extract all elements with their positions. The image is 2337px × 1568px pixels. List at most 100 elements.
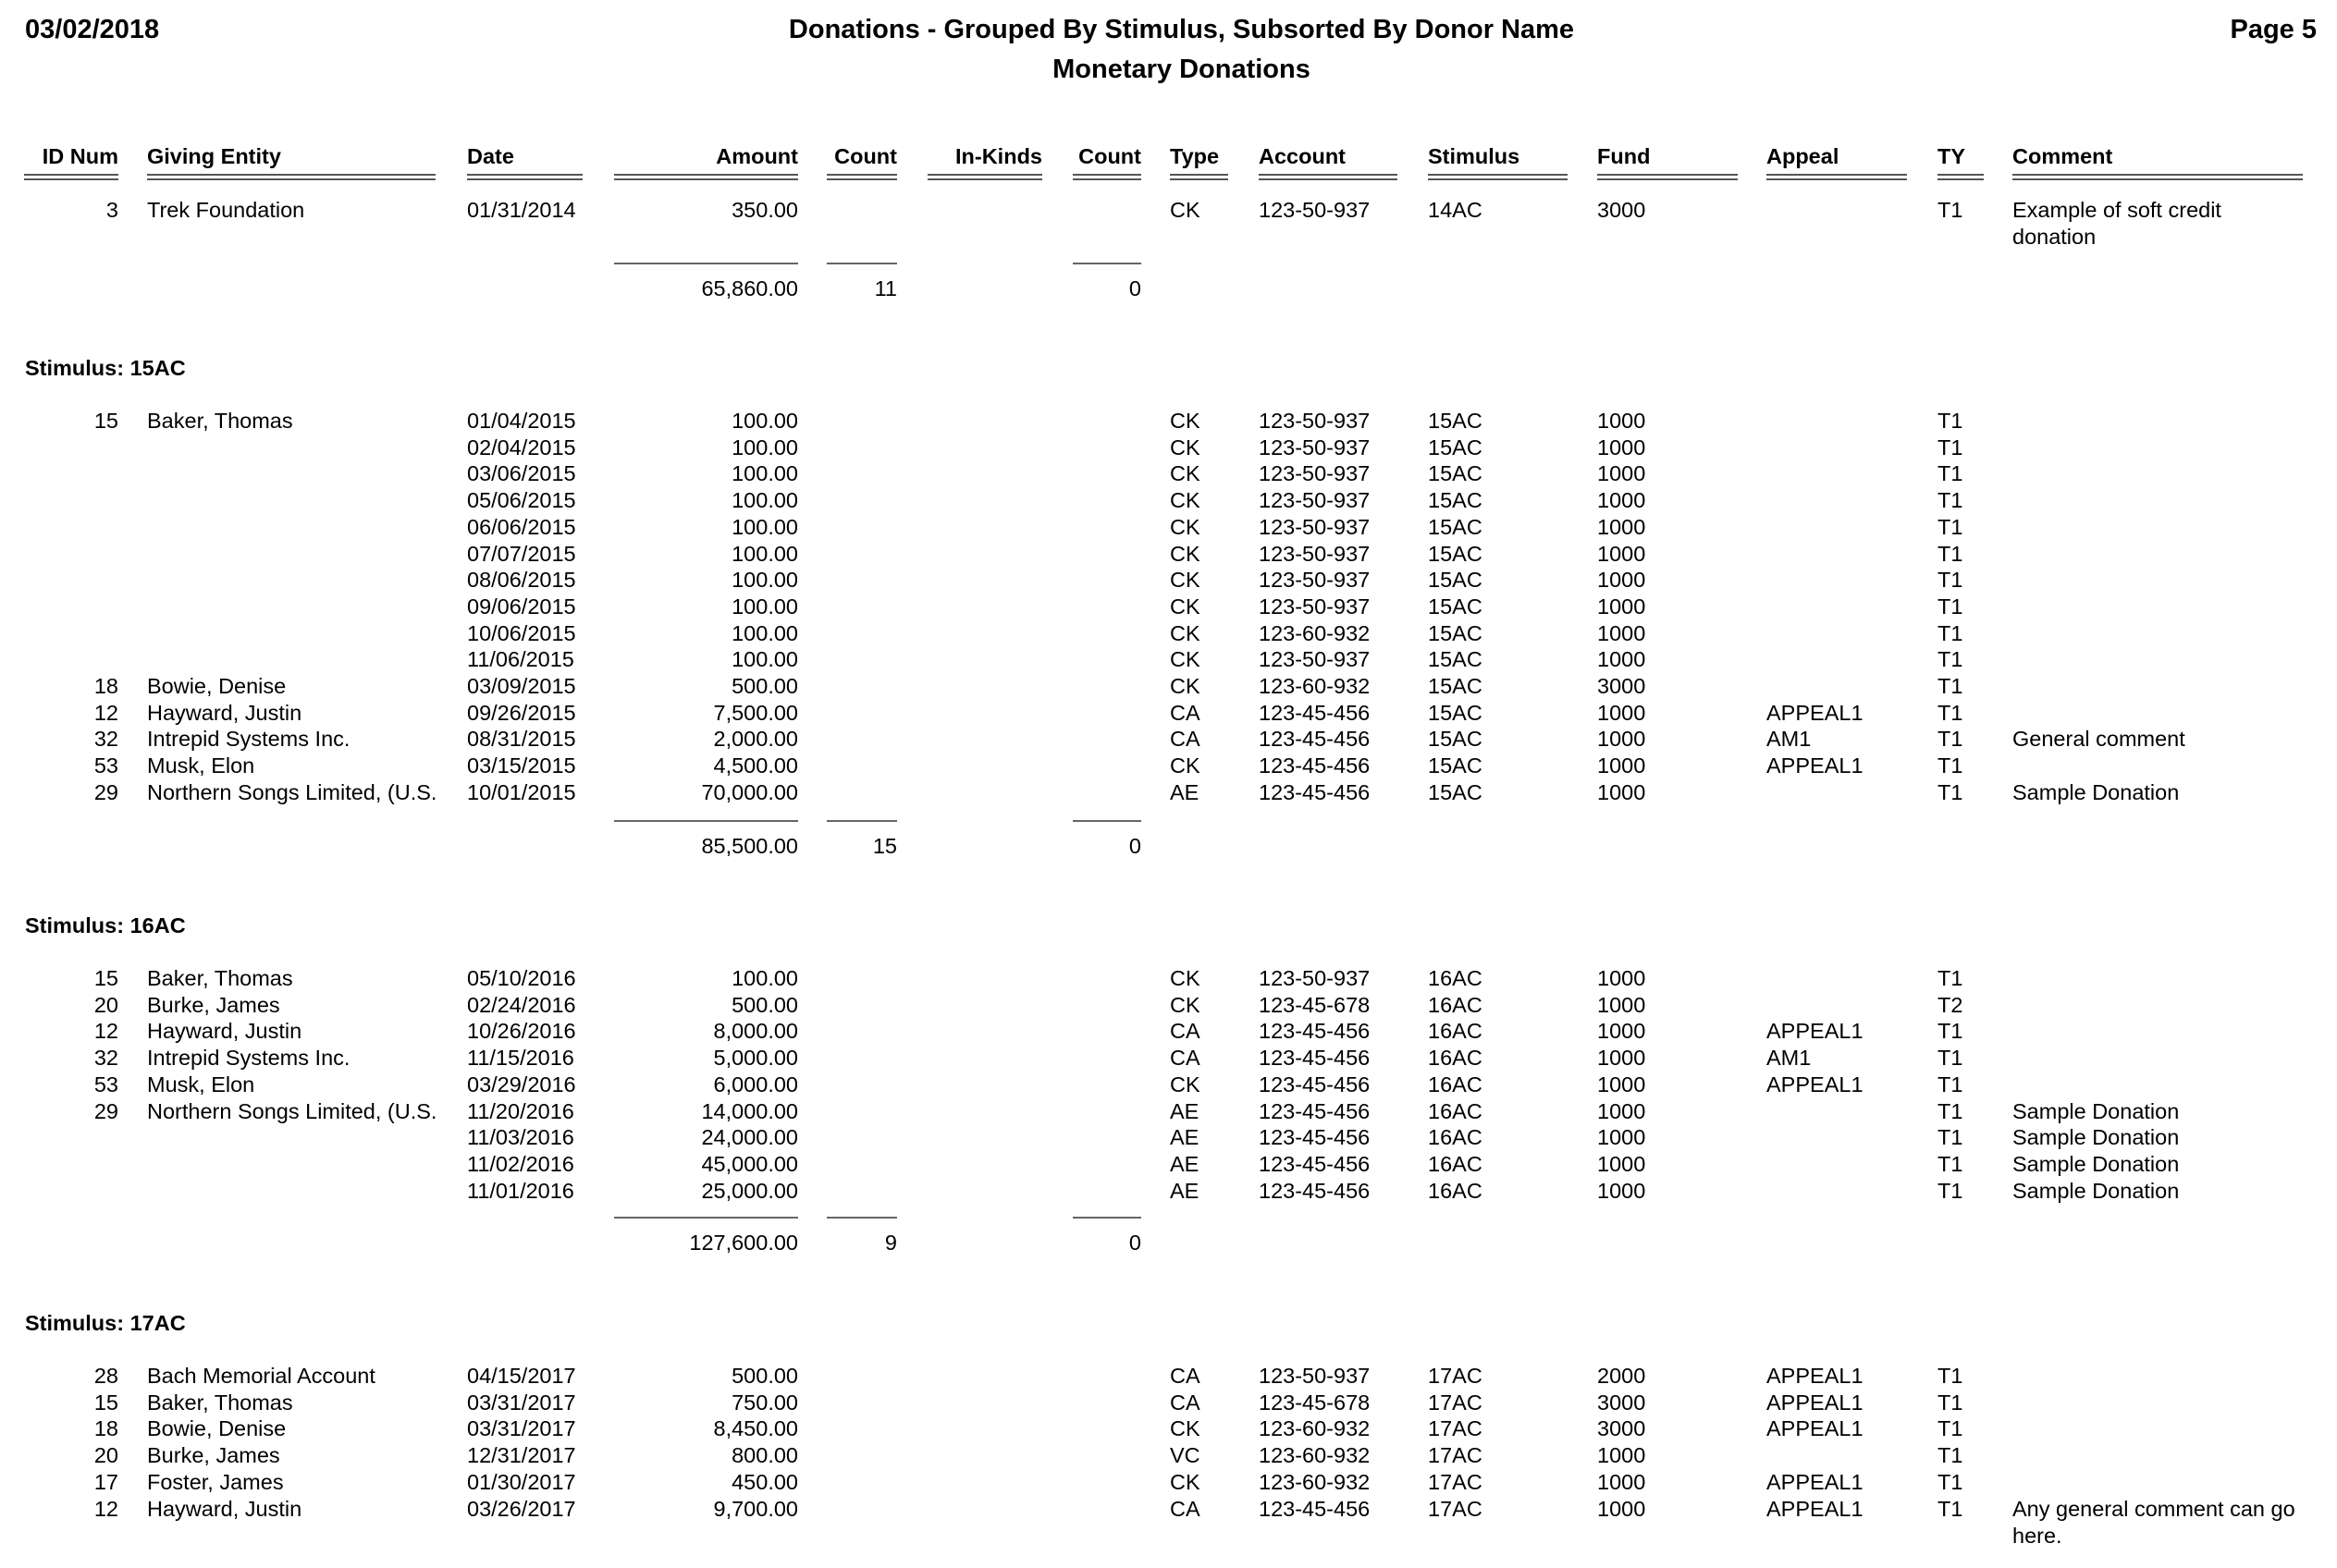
cell-account: 123-60-932 [1259,674,1371,698]
cell-fund: 1000 [1597,1046,1646,1071]
cell-stimulus: 15AC [1428,488,1482,513]
cell-amount: 8,450.00 [713,1416,798,1441]
cell-fund: 1000 [1597,1178,1646,1203]
cell-type: CK [1170,1072,1200,1096]
cell-type: AE [1170,1151,1199,1176]
cell-ty: T1 [1937,753,1963,778]
cell-type: AE [1170,1125,1199,1150]
cell-type: CA [1170,1046,1200,1071]
subtotal-rule [614,263,798,264]
cell-ty: T1 [1937,1496,1963,1521]
cell-stimulus: 16AC [1428,1046,1482,1071]
cell-id: 12 [93,1496,118,1521]
cell-stimulus: 16AC [1428,1178,1482,1203]
cell-amount: 9,700.00 [713,1496,798,1521]
subtotal-rule [1073,263,1141,264]
cell-comment: Any general comment can go here. [2012,1496,2295,1548]
cell-ty: T1 [1937,674,1963,698]
cell-fund: 1000 [1597,568,1646,593]
cell-id: 32 [93,727,118,752]
cell-entity: Hayward, Justin [147,1019,302,1044]
cell-type: CK [1170,992,1200,1017]
cell-account: 123-45-456 [1259,1151,1371,1176]
cell-ty: T1 [1937,198,1963,222]
cell-amount: 25,000.00 [701,1178,798,1203]
cell-fund: 3000 [1597,1416,1646,1441]
cell-ty: T1 [1937,541,1963,566]
cell-fund: 1000 [1597,1098,1646,1123]
cell-date: 03/15/2015 [467,753,576,778]
header-underline [1170,174,1228,180]
cell-id: 15 [93,1390,118,1415]
cell-ty: T1 [1937,1390,1963,1415]
cell-amount: 100.00 [732,594,798,619]
cell-entity: Trek Foundation [147,198,305,222]
cell-date: 01/04/2015 [467,409,576,433]
cell-account: 123-50-937 [1259,514,1371,539]
cell-date: 10/01/2015 [467,779,576,804]
cell-stimulus: 16AC [1428,966,1482,990]
header-underline [614,174,798,180]
cell-id: 12 [93,1019,118,1044]
col-header-ty: TY [1937,144,1966,168]
col-header-fund: Fund [1597,144,1651,168]
stimulus-group-label: Stimulus: 17AC [25,1311,186,1335]
cell-date: 03/31/2017 [467,1416,576,1441]
cell-ty: T1 [1937,727,1963,752]
cell-account: 123-50-937 [1259,966,1371,990]
cell-account: 123-45-456 [1259,779,1371,804]
cell-date: 11/06/2015 [467,647,574,672]
cell-stimulus: 15AC [1428,647,1482,672]
cell-appeal: APPEAL1 [1766,1496,1863,1521]
col-header-stimulus: Stimulus [1428,144,1520,168]
cell-amount: 100.00 [732,435,798,459]
cell-type: CK [1170,753,1200,778]
col-header-date: Date [467,144,514,168]
cell-amount: 750.00 [732,1390,798,1415]
subtotal-amount: 127,600.00 [689,1231,798,1255]
cell-account: 123-50-937 [1259,1364,1371,1388]
cell-id: 15 [93,966,118,990]
cell-date: 11/01/2016 [467,1178,574,1203]
cell-date: 05/10/2016 [467,966,576,990]
cell-account: 123-50-937 [1259,568,1371,593]
cell-fund: 1000 [1597,727,1646,752]
report-subtitle: Monetary Donations [1052,55,1310,84]
cell-date: 10/26/2016 [467,1019,576,1044]
cell-fund: 1000 [1597,594,1646,619]
cell-entity: Intrepid Systems Inc. [147,1046,351,1071]
cell-entity: Baker, Thomas [147,966,293,990]
cell-fund: 1000 [1597,1019,1646,1044]
cell-ty: T1 [1937,1443,1963,1468]
cell-type: CK [1170,1469,1200,1494]
cell-account: 123-50-937 [1259,435,1371,459]
cell-amount: 100.00 [732,966,798,990]
cell-amount: 24,000.00 [701,1125,798,1150]
cell-date: 02/04/2015 [467,435,576,459]
cell-date: 07/07/2015 [467,541,576,566]
subtotal-count2: 0 [1128,276,1141,300]
col-header-account: Account [1259,144,1346,168]
cell-type: CK [1170,461,1200,486]
cell-type: CA [1170,1019,1200,1044]
cell-stimulus: 17AC [1428,1469,1482,1494]
cell-date: 08/06/2015 [467,568,576,593]
cell-type: VC [1170,1443,1200,1468]
cell-comment: Sample Donation [2012,1125,2180,1150]
cell-entity: Northern Songs Limited, (U.S. [147,779,437,804]
cell-amount: 100.00 [732,568,798,593]
header-underline [1259,174,1397,180]
cell-amount: 100.00 [732,488,798,513]
cell-stimulus: 17AC [1428,1496,1482,1521]
cell-amount: 500.00 [732,1364,798,1388]
cell-type: AE [1170,1098,1199,1123]
cell-ty: T1 [1937,568,1963,593]
cell-account: 123-45-456 [1259,1178,1371,1203]
cell-stimulus: 14AC [1428,198,1482,222]
stimulus-group-label: Stimulus: 16AC [25,913,186,937]
cell-date: 09/26/2015 [467,700,576,725]
cell-date: 08/31/2015 [467,727,576,752]
cell-account: 123-50-937 [1259,198,1371,222]
cell-stimulus: 17AC [1428,1364,1482,1388]
cell-date: 10/06/2015 [467,620,576,645]
